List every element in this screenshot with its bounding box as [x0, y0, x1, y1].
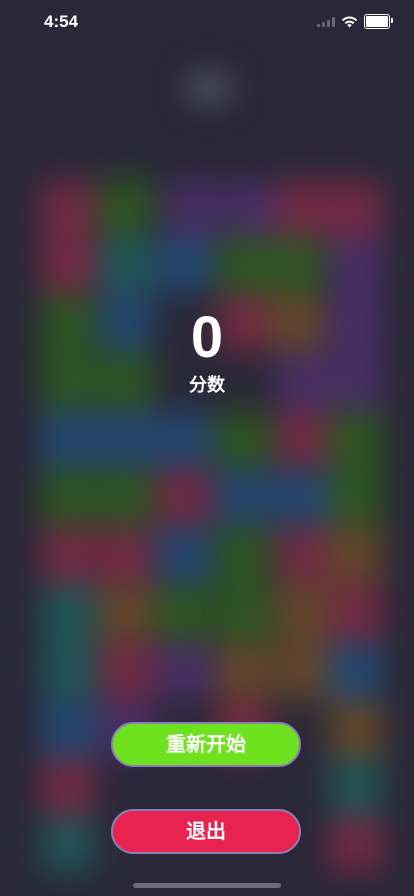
blurred-game-board: [36, 175, 384, 875]
score-label: 分数: [189, 375, 225, 396]
home-indicator[interactable]: [133, 883, 281, 888]
status-bar: 4:54: [0, 0, 414, 46]
status-icons: [317, 14, 393, 29]
game-over-screen: 4:54 0 分数 重新开始 退出: [0, 0, 414, 896]
exit-button[interactable]: 退出: [111, 809, 301, 854]
status-time: 4:54: [44, 12, 79, 31]
wifi-icon: [341, 16, 358, 27]
blurred-avatar: [184, 68, 234, 108]
battery-icon: [364, 14, 393, 29]
restart-button[interactable]: 重新开始: [111, 722, 301, 767]
score-value: 0: [190, 305, 224, 370]
signal-icon: [317, 16, 335, 27]
